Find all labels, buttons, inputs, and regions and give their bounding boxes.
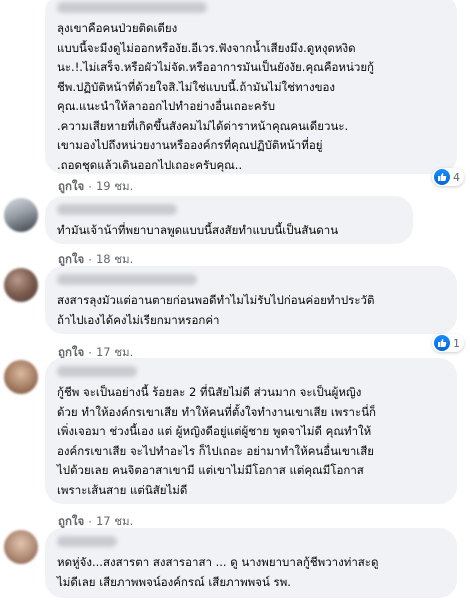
comment-text: หดหู่จัง...สงสารตา สงสารอาสา ... ดู นางพ… <box>57 555 379 589</box>
author-name-redacted[interactable] <box>57 2 207 13</box>
comment-bubble: กู้ชีพ จะเป็นอย่างนี้ ร้อยละ 2 ที่นิสัยไ… <box>45 358 457 504</box>
reaction-count[interactable]: 4 <box>432 168 464 186</box>
comment-text: ลุงเขาคือคนป่วยติดเตียง แบบนี้จะมีงดูไม่… <box>57 21 375 172</box>
comment-text: ทำมันเจ้าน้าที่พยาบาลพูดแบบนี้สงสัยทำแบบ… <box>57 223 339 237</box>
author-name-redacted[interactable] <box>57 536 117 547</box>
comment-text: กู้ชีพ จะเป็นอย่างนี้ ร้อยละ 2 ที่นิสัยไ… <box>57 385 377 497</box>
separator-dot: · <box>88 180 92 194</box>
avatar[interactable] <box>4 530 38 564</box>
reaction-count[interactable]: 1 <box>432 334 464 352</box>
comment-bubble: หดหู่จัง...สงสารตา สงสารอาสา ... ดู นางพ… <box>45 528 457 598</box>
comment-bubble: ทำมันเจ้าน้าที่พยาบาลพูดแบบนี้สงสัยทำแบบ… <box>45 196 413 244</box>
comment-meta: ถูกใจ · 19 ชม. <box>58 178 133 196</box>
reaction-number: 1 <box>453 336 460 350</box>
separator-dot: · <box>88 253 92 267</box>
author-name-redacted[interactable] <box>57 366 137 377</box>
avatar[interactable] <box>4 360 38 394</box>
author-name-redacted[interactable] <box>57 204 177 215</box>
separator-dot: · <box>88 515 92 529</box>
comment-bubble: ลุงเขาคือคนป่วยติดเตียง แบบนี้จะมีงดูไม่… <box>45 0 457 174</box>
like-link[interactable]: ถูกใจ <box>58 178 84 196</box>
avatar[interactable] <box>4 198 38 232</box>
comment-text: สงสารลุงมัวแต่อานตายก่อนพอดีทำไมไม่รับไป… <box>57 293 375 327</box>
author-name-redacted[interactable] <box>57 274 197 285</box>
thumbs-up-icon <box>434 169 450 185</box>
comment-bubble: สงสารลุงมัวแต่อานตายก่อนพอดีทำไมไม่รับไป… <box>45 266 457 334</box>
comment-time[interactable]: 19 ชม. <box>96 178 133 196</box>
thumbs-up-icon <box>434 335 450 351</box>
avatar[interactable] <box>4 268 38 302</box>
reaction-number: 4 <box>453 170 460 184</box>
